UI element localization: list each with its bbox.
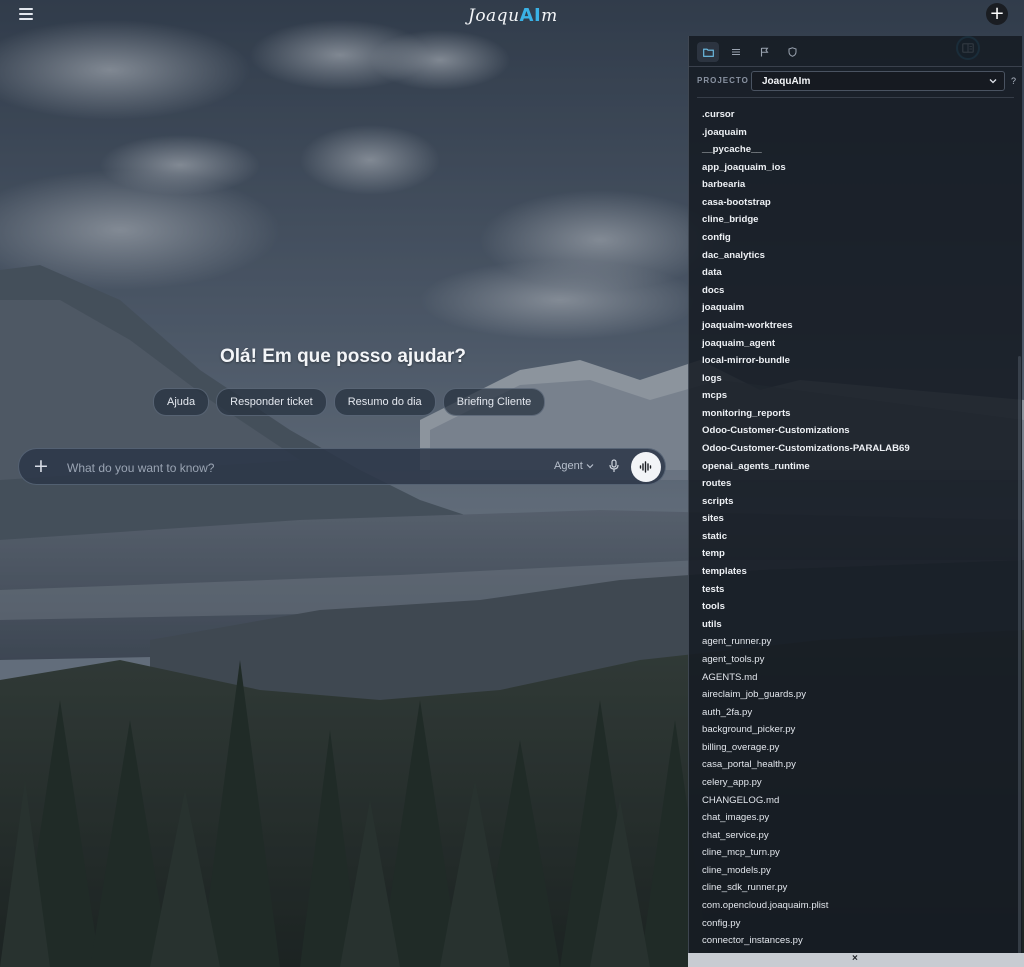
folder-item[interactable]: routes <box>702 475 1002 493</box>
folder-item[interactable]: .cursor <box>702 106 1002 124</box>
folder-item[interactable]: data <box>702 264 1002 282</box>
microphone-icon[interactable] <box>609 459 619 478</box>
attach-plus-icon[interactable]: + <box>33 455 49 477</box>
folder-item[interactable]: Odoo-Customer-Customizations <box>702 422 1002 440</box>
folder-item[interactable]: joaquaim <box>702 299 1002 317</box>
chip-resumo-do-dia[interactable]: Resumo do dia <box>333 388 436 416</box>
panel-tabs <box>697 42 803 62</box>
help-icon[interactable]: ? <box>1011 76 1016 86</box>
close-icon[interactable]: × <box>852 953 858 964</box>
logo-prefix: Joaqu <box>468 6 520 26</box>
folder-item[interactable]: Odoo-Customer-Customizations-PARALAB69 <box>702 440 1002 458</box>
folder-item[interactable]: dac_analytics <box>702 247 1002 265</box>
file-item[interactable]: CHANGELOG.md <box>702 792 1002 810</box>
folder-item[interactable]: temp <box>702 545 1002 563</box>
project-label: PROJECTO <box>697 76 749 85</box>
chip-briefing-cliente[interactable]: Briefing Cliente <box>442 388 546 416</box>
plus-icon: + <box>989 3 1005 24</box>
folder-item[interactable]: tools <box>702 598 1002 616</box>
file-item[interactable]: billing_overage.py <box>702 739 1002 757</box>
file-item[interactable]: cline_models.py <box>702 862 1002 880</box>
folder-item[interactable]: mcps <box>702 387 1002 405</box>
project-select-value: JoaquAIm <box>762 76 811 87</box>
file-item[interactable]: casa_portal_health.py <box>702 756 1002 774</box>
folder-item[interactable]: app_joaquaim_ios <box>702 159 1002 177</box>
file-item[interactable]: agent_runner.py <box>702 633 1002 651</box>
folder-item[interactable]: casa-bootstrap <box>702 194 1002 212</box>
folder-item[interactable]: logs <box>702 370 1002 388</box>
folder-item[interactable]: __pycache__ <box>702 141 1002 159</box>
chip-ajuda[interactable]: Ajuda <box>153 388 210 416</box>
folder-item[interactable]: docs <box>702 282 1002 300</box>
file-item[interactable]: background_picker.py <box>702 721 1002 739</box>
file-item[interactable]: aireclaim_job_guards.py <box>702 686 1002 704</box>
hamburger-icon[interactable] <box>19 7 35 21</box>
list-icon <box>732 49 740 55</box>
folder-item[interactable]: static <box>702 528 1002 546</box>
suggestion-chips: Ajuda Responder ticket Resumo do dia Bri… <box>153 388 546 416</box>
folder-item[interactable]: templates <box>702 563 1002 581</box>
shield-icon <box>788 47 796 57</box>
chevron-down-icon <box>989 79 997 84</box>
folder-item[interactable]: config <box>702 229 1002 247</box>
file-item[interactable]: agent_tools.py <box>702 651 1002 669</box>
tab-files[interactable] <box>697 42 719 62</box>
project-select[interactable]: JoaquAIm <box>751 71 1005 91</box>
tab-security[interactable] <box>781 42 803 62</box>
tabs-divider <box>689 66 1022 67</box>
chat-composer: + Agent <box>18 448 666 485</box>
chevron-down-icon <box>586 464 594 469</box>
voice-mode-button[interactable] <box>631 452 661 482</box>
folder-item[interactable]: openai_agents_runtime <box>702 458 1002 476</box>
top-bar: JoaquAIm + <box>0 0 1024 60</box>
logo-suffix: m <box>541 6 558 26</box>
folder-item[interactable]: monitoring_reports <box>702 405 1002 423</box>
folder-item[interactable]: utils <box>702 616 1002 634</box>
folder-item[interactable]: tests <box>702 581 1002 599</box>
file-item[interactable]: connector_instances.py <box>702 932 1002 950</box>
panel-scrollbar[interactable] <box>1018 356 1021 956</box>
file-item[interactable]: cline_mcp_turn.py <box>702 844 1002 862</box>
folder-item[interactable]: barbearia <box>702 176 1002 194</box>
chip-responder-ticket[interactable]: Responder ticket <box>216 388 327 416</box>
greeting-title: Olá! Em que posso ajudar? <box>220 346 466 367</box>
file-item[interactable]: AGENTS.md <box>702 669 1002 687</box>
file-item[interactable]: chat_service.py <box>702 827 1002 845</box>
select-divider <box>697 97 1014 98</box>
file-tree: .cursor .joaquaim __pycache__ app_joaquaim_… <box>702 106 1002 950</box>
folder-item[interactable]: sites <box>702 510 1002 528</box>
file-item[interactable]: cline_sdk_runner.py <box>702 879 1002 897</box>
file-item[interactable]: auth_2fa.py <box>702 704 1002 722</box>
voice-waveform-icon <box>639 461 652 473</box>
folder-item[interactable]: .joaquaim <box>702 124 1002 142</box>
flag-icon <box>760 47 768 57</box>
tab-list[interactable] <box>725 42 747 62</box>
folder-item[interactable]: cline_bridge <box>702 211 1002 229</box>
new-chat-button[interactable]: + <box>986 3 1008 25</box>
agent-mode-label: Agent <box>554 460 583 472</box>
file-item[interactable]: com.opencloud.joaquaim.plist <box>702 897 1002 915</box>
folder-item[interactable]: local-mirror-bundle <box>702 352 1002 370</box>
file-item[interactable]: celery_app.py <box>702 774 1002 792</box>
file-item[interactable]: config.py <box>702 915 1002 933</box>
folder-icon <box>702 48 714 57</box>
folder-item[interactable]: joaquaim-worktrees <box>702 317 1002 335</box>
file-item[interactable]: chat_images.py <box>702 809 1002 827</box>
project-files-panel: PROJECTO JoaquAIm ? .cursor .joaquaim __py… <box>688 36 1022 967</box>
folder-item[interactable]: joaquaim_agent <box>702 335 1002 353</box>
tab-flags[interactable] <box>753 42 775 62</box>
chat-input[interactable] <box>65 457 529 479</box>
app-logo: JoaquAIm <box>468 5 558 26</box>
agent-mode-select[interactable]: Agent <box>554 460 594 472</box>
panel-footer-bar: × <box>688 953 1024 967</box>
folder-item[interactable]: scripts <box>702 493 1002 511</box>
logo-ai: AI <box>519 5 542 26</box>
